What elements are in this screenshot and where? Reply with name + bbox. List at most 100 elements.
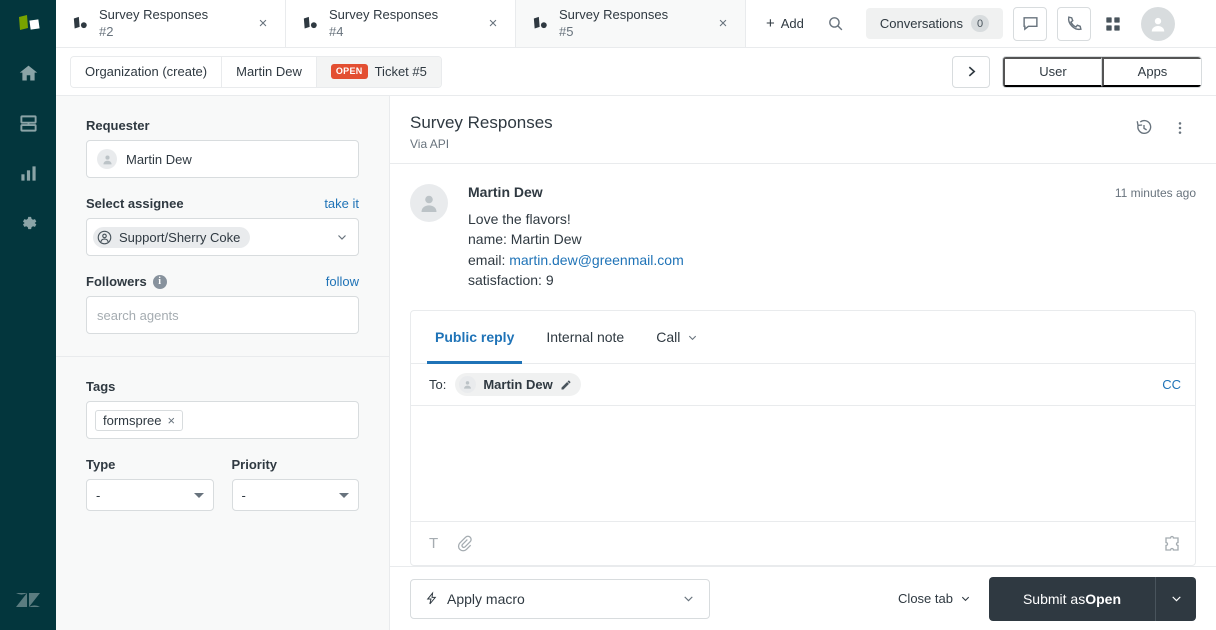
- text-format-glyph: T: [429, 535, 438, 552]
- ticket-properties-sidebar: Requester Martin Dew: [56, 96, 390, 630]
- tags-input[interactable]: formspree ×: [86, 401, 359, 439]
- breadcrumb-item-organization[interactable]: Organization (create): [71, 57, 222, 87]
- followers-label-text: Followers: [86, 274, 147, 289]
- page-title: Survey Responses: [410, 112, 553, 134]
- workspace-column: Survey Responses #2 × Survey Responses #…: [56, 0, 1216, 630]
- phone-icon[interactable]: [1057, 7, 1091, 41]
- paperclip-icon[interactable]: [456, 535, 473, 552]
- ticket-icon: [532, 16, 549, 31]
- ticket-tab[interactable]: Survey Responses #2 ×: [56, 0, 286, 47]
- ticket-fields-section: Requester Martin Dew: [56, 96, 389, 356]
- requester-field: Requester Martin Dew: [86, 118, 359, 178]
- expand-panel-button[interactable]: [952, 56, 990, 88]
- type-label: Type: [86, 457, 115, 472]
- followers-input[interactable]: search agents: [86, 296, 359, 334]
- take-it-link[interactable]: take it: [324, 196, 359, 211]
- tab-label: Call: [656, 329, 680, 345]
- breadcrumb-label: Ticket #5: [375, 64, 427, 79]
- submit-button[interactable]: Submit as Open: [989, 577, 1156, 621]
- macro-label: Apply macro: [447, 591, 525, 607]
- close-icon[interactable]: ×: [483, 14, 503, 34]
- tab-number: #2: [99, 24, 243, 40]
- grid-apps-icon[interactable]: [1097, 8, 1129, 40]
- recipient-token[interactable]: Martin Dew: [455, 373, 580, 396]
- tab-user[interactable]: User: [1003, 57, 1102, 87]
- history-clock-icon[interactable]: [1128, 112, 1160, 144]
- type-priority-row: Type - Priority -: [86, 457, 359, 511]
- sidebar-item-reporting[interactable]: [0, 148, 56, 198]
- composer-toolbar: T: [411, 521, 1195, 565]
- sidebar-item-views[interactable]: [0, 98, 56, 148]
- type-select[interactable]: -: [86, 479, 214, 511]
- priority-select[interactable]: -: [232, 479, 360, 511]
- breadcrumb-item-ticket[interactable]: OPEN Ticket #5: [317, 57, 441, 87]
- tag-chip[interactable]: formspree ×: [95, 410, 183, 431]
- cc-link[interactable]: CC: [1162, 377, 1181, 392]
- submit-options-button[interactable]: [1156, 577, 1196, 621]
- email-link[interactable]: martin.dew@greenmail.com: [509, 252, 684, 268]
- message-author: Martin Dew: [468, 184, 543, 200]
- chevron-down-icon: [960, 593, 971, 604]
- search-icon[interactable]: [820, 8, 852, 40]
- assignee-token: Support/Sherry Coke: [93, 227, 250, 248]
- user-avatar-icon[interactable]: [1141, 7, 1175, 41]
- info-icon[interactable]: i: [153, 275, 167, 289]
- close-icon[interactable]: ×: [253, 14, 273, 34]
- text-format-icon[interactable]: T: [429, 535, 438, 552]
- recipient-row: To: Martin Dew: [411, 364, 1195, 406]
- assignee-label: Select assignee: [86, 196, 184, 211]
- apply-macro-button[interactable]: Apply macro: [410, 579, 710, 619]
- close-tab-label: Close tab: [898, 591, 953, 606]
- sidebar-item-admin[interactable]: [0, 198, 56, 248]
- ticket-content-pane: Survey Responses Via API: [390, 96, 1216, 630]
- tab-text: Survey Responses #2: [99, 7, 243, 40]
- tab-internal-note[interactable]: Internal note: [530, 311, 640, 363]
- puzzle-piece-icon[interactable]: [1163, 535, 1181, 553]
- message-line: name: Martin Dew: [468, 229, 1196, 249]
- followers-label: Followers i: [86, 274, 167, 289]
- ticket-channel: Via API: [410, 137, 553, 151]
- ticket-icon: [72, 16, 89, 31]
- kebab-menu-icon[interactable]: [1164, 112, 1196, 144]
- type-label-row: Type: [86, 457, 214, 472]
- reply-textarea[interactable]: [411, 406, 1195, 521]
- assignee-value: Support/Sherry Coke: [119, 230, 240, 245]
- add-button[interactable]: + Add: [756, 9, 814, 38]
- ticket-tab[interactable]: Survey Responses #4 ×: [286, 0, 516, 47]
- agent-icon: [97, 230, 112, 245]
- tab-number: #5: [559, 24, 703, 40]
- ticket-tab-active[interactable]: Survey Responses #5 ×: [516, 0, 746, 47]
- chat-bubble-icon[interactable]: [1013, 7, 1047, 41]
- tab-call[interactable]: Call: [640, 311, 714, 363]
- message-line-prefix: email:: [468, 252, 509, 268]
- ticket-action-bar: Apply macro Close tab: [390, 566, 1216, 630]
- follow-link[interactable]: follow: [326, 274, 359, 289]
- type-field: Type -: [86, 457, 214, 511]
- to-label: To:: [429, 377, 446, 392]
- to-field: To: Martin Dew: [429, 373, 581, 396]
- close-icon[interactable]: ×: [713, 14, 733, 34]
- left-nav-rail: [0, 0, 56, 630]
- assignee-select[interactable]: Support/Sherry Coke: [86, 218, 359, 256]
- tab-apps[interactable]: Apps: [1102, 57, 1201, 87]
- composer-region: Public reply Internal note Call: [390, 294, 1216, 566]
- breadcrumb-bar: Organization (create) Martin Dew OPEN Ti…: [56, 48, 1216, 96]
- sidebar-item-home[interactable]: [0, 48, 56, 98]
- zendesk-logo: [0, 570, 56, 630]
- chevron-down-icon: [682, 592, 695, 605]
- breadcrumb-item-user[interactable]: Martin Dew: [222, 57, 317, 87]
- requester-label-row: Requester: [86, 118, 359, 133]
- close-tab-button[interactable]: Close tab: [898, 591, 971, 606]
- tab-label: Public reply: [435, 329, 514, 345]
- tags-and-classification-section: Tags formspree × Type: [56, 356, 389, 533]
- recipient-name: Martin Dew: [483, 377, 552, 392]
- status-badge: OPEN: [331, 64, 368, 79]
- remove-tag-icon[interactable]: ×: [168, 414, 176, 427]
- zendesk-support-logo: [0, 0, 56, 48]
- tab-public-reply[interactable]: Public reply: [419, 311, 530, 363]
- requester-input[interactable]: Martin Dew: [86, 140, 359, 178]
- conversations-count: 0: [971, 15, 989, 32]
- macro-left: Apply macro: [425, 591, 525, 607]
- main-region: Requester Martin Dew: [56, 96, 1216, 630]
- conversations-button[interactable]: Conversations 0: [866, 8, 1003, 39]
